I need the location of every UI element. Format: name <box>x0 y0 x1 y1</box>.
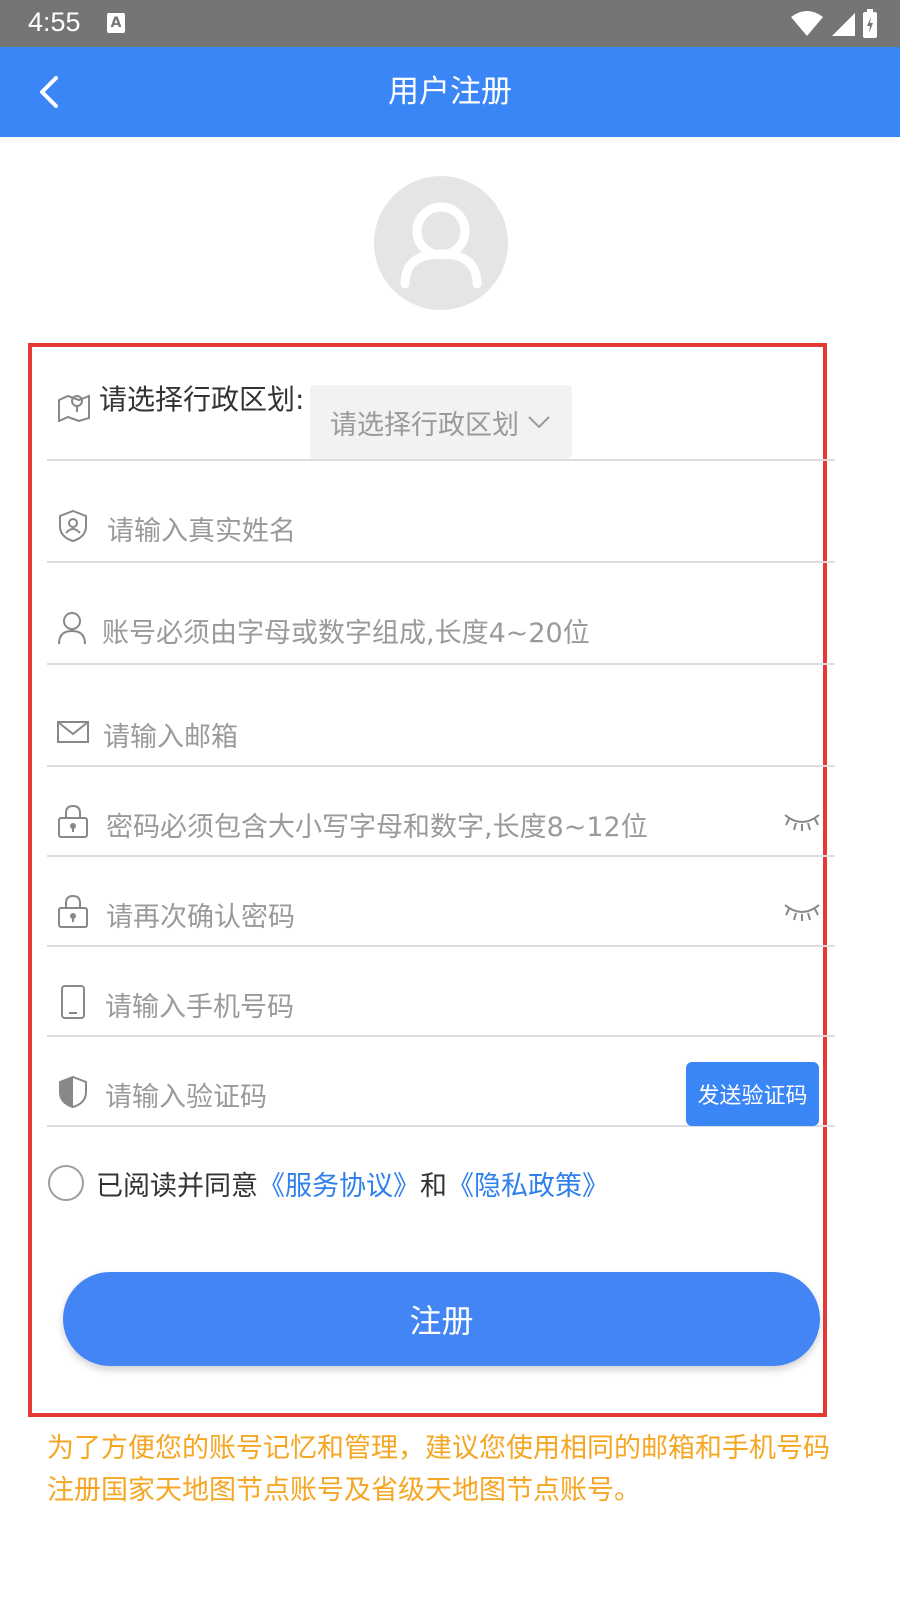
agree-radio[interactable] <box>48 1165 84 1201</box>
shield-user-icon <box>57 509 89 543</box>
email-placeholder: 请输入邮箱 <box>103 722 238 753</box>
phone-icon <box>61 985 85 1019</box>
agreement-row: 已阅读并同意 《服务协议》 和 《隐私政策》 <box>48 1163 609 1203</box>
email-field[interactable]: 请输入邮箱 <box>47 665 835 767</box>
register-button[interactable]: 注册 <box>63 1272 820 1366</box>
eye-closed-icon[interactable] <box>783 901 821 927</box>
user-icon <box>57 611 87 645</box>
status-bar: 4:55 A <box>0 0 900 47</box>
real-name-field[interactable]: 请输入真实姓名 <box>47 461 835 563</box>
confirm-password-placeholder: 请再次确认密码 <box>106 902 295 933</box>
eye-closed-icon[interactable] <box>783 811 821 837</box>
lock-icon <box>57 804 89 838</box>
battery-icon <box>863 9 877 38</box>
shield-icon <box>57 1075 89 1109</box>
region-label: 请选择行政区划: <box>99 383 305 416</box>
code-field[interactable]: 请输入验证码 发送验证码 <box>47 1037 835 1127</box>
region-row: 请选择行政区划: 请选择行政区划 <box>47 360 835 461</box>
signal-icon <box>832 13 855 36</box>
privacy-policy-link[interactable]: 《隐私政策》 <box>447 1164 609 1203</box>
registration-tip: 为了方便您的账号记忆和管理，建议您使用相同的邮箱和手机号码注册国家天地图节点账号… <box>47 1433 830 1506</box>
app-bar: 用户注册 <box>0 47 900 137</box>
confirm-password-field[interactable]: 请再次确认密码 <box>47 857 835 947</box>
phone-field[interactable]: 请输入手机号码 <box>47 947 835 1037</box>
password-placeholder: 密码必须包含大小写字母和数字,长度8~12位 <box>106 812 648 843</box>
password-field[interactable]: 密码必须包含大小写字母和数字,长度8~12位 <box>47 767 835 857</box>
agreement-prefix: 已阅读并同意 <box>96 1170 258 1202</box>
account-placeholder: 账号必须由字母或数字组成,长度4~20位 <box>102 618 590 649</box>
avatar[interactable] <box>374 176 508 310</box>
wifi-icon <box>791 11 823 36</box>
lock-icon <box>57 894 89 928</box>
status-icons <box>790 8 878 40</box>
account-field[interactable]: 账号必须由字母或数字组成,长度4~20位 <box>47 563 835 665</box>
mail-icon <box>57 721 89 743</box>
region-select-value: 请选择行政区划 <box>330 409 519 441</box>
user-icon <box>400 202 482 289</box>
code-placeholder: 请输入验证码 <box>105 1082 267 1113</box>
real-name-placeholder: 请输入真实姓名 <box>107 516 296 547</box>
status-time: 4:55 <box>28 7 81 37</box>
page-title: 用户注册 <box>388 74 512 110</box>
notification-icon: A <box>107 13 125 33</box>
phone-placeholder: 请输入手机号码 <box>105 992 294 1023</box>
agreement-and: 和 <box>420 1170 447 1202</box>
region-select[interactable]: 请选择行政区划 <box>310 385 572 459</box>
send-code-button[interactable]: 发送验证码 <box>686 1062 819 1126</box>
map-pin-icon <box>57 390 91 422</box>
chevron-down-icon <box>528 416 550 429</box>
service-agreement-link[interactable]: 《服务协议》 <box>258 1164 420 1203</box>
